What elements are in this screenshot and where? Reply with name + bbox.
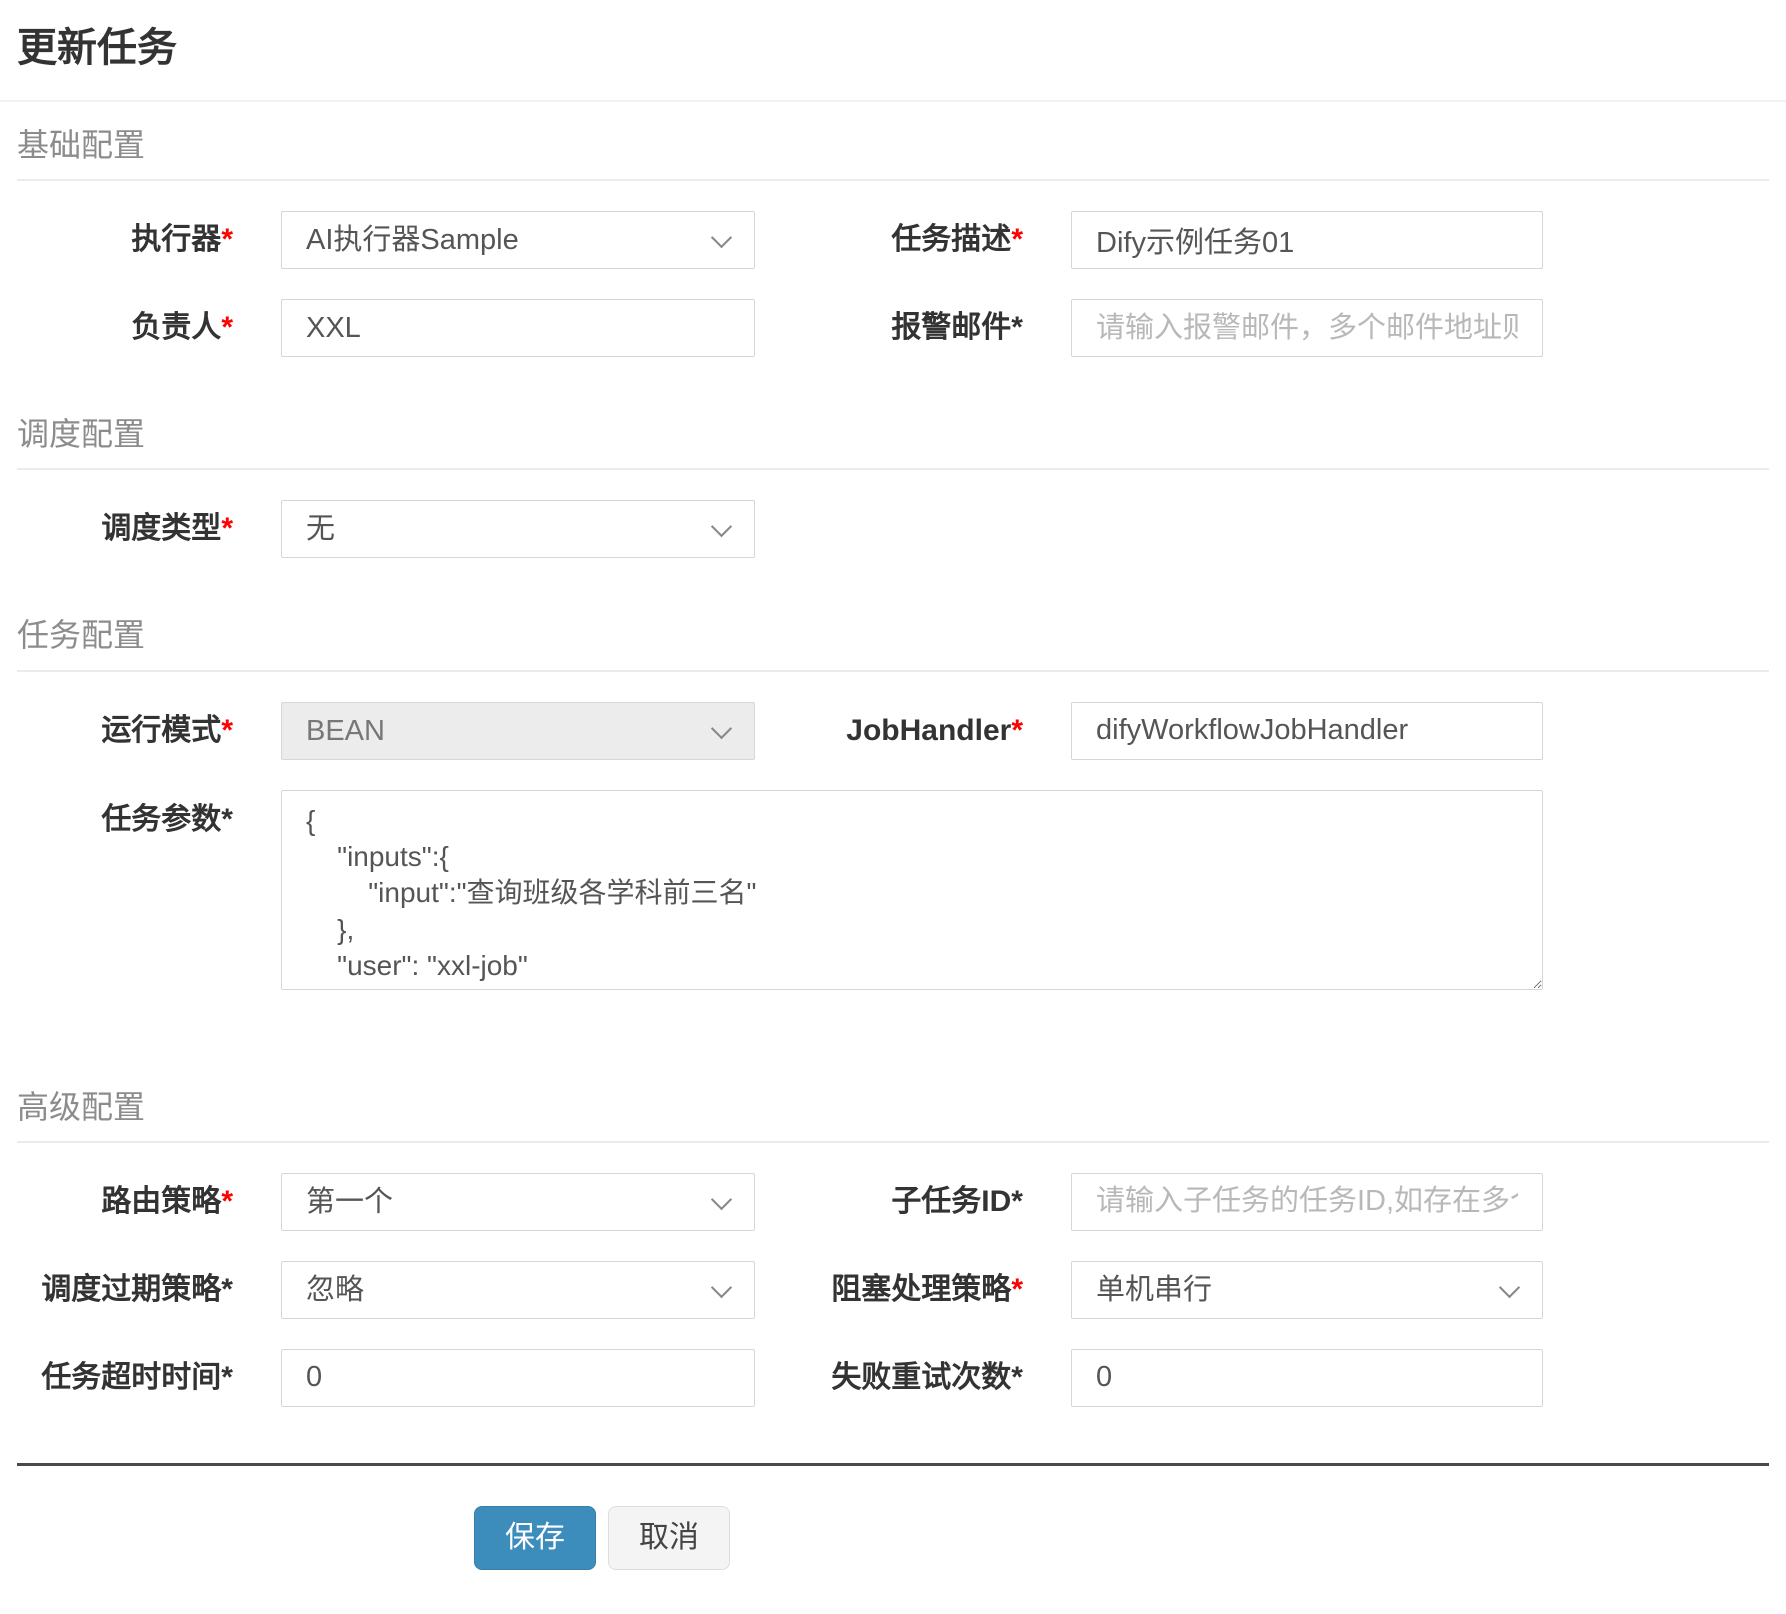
- misfire-strategy-label: 调度过期策略*: [17, 1272, 281, 1308]
- job-desc-label: 任务描述*: [755, 222, 1071, 258]
- route-strategy-label-text: 路由策略: [101, 1185, 221, 1218]
- schedule-type-select-wrap: 无: [281, 500, 755, 558]
- owner-label-text: 负责人: [131, 311, 221, 344]
- section-heading-schedule: 调度配置: [17, 417, 1769, 470]
- route-strategy-select[interactable]: 第一个: [281, 1173, 755, 1231]
- job-handler-input[interactable]: [1071, 702, 1543, 760]
- run-mode-select-disabled: BEAN: [281, 702, 755, 760]
- header-divider: [0, 100, 1786, 102]
- timeout-label: 任务超时时间*: [17, 1360, 281, 1396]
- required-asterisk: *: [221, 1185, 233, 1218]
- required-asterisk: *: [1011, 1273, 1023, 1306]
- save-button[interactable]: 保存: [474, 1506, 596, 1570]
- form-row: 任务参数* { "inputs":{ "input":"查询班级各学科前三名" …: [17, 790, 1769, 990]
- owner-input[interactable]: [281, 299, 755, 357]
- schedule-type-select[interactable]: 无: [281, 500, 755, 558]
- required-asterisk: *: [221, 223, 233, 256]
- run-mode-label: 运行模式*: [17, 713, 281, 749]
- form-row: 调度类型* 无: [17, 500, 1769, 558]
- alarm-email-input[interactable]: [1071, 299, 1543, 357]
- section-heading-basic: 基础配置: [17, 128, 1769, 181]
- block-strategy-label: 阻塞处理策略*: [755, 1272, 1071, 1308]
- job-desc-input[interactable]: [1071, 211, 1543, 269]
- block-strategy-select[interactable]: 单机串行: [1071, 1261, 1543, 1319]
- section-heading-task: 任务配置: [17, 618, 1769, 671]
- cancel-button[interactable]: 取消: [608, 1506, 730, 1570]
- timeout-input[interactable]: [281, 1349, 755, 1407]
- job-desc-label-text: 任务描述: [891, 223, 1011, 256]
- section-heading-advanced: 高级配置: [17, 1090, 1769, 1143]
- schedule-type-label: 调度类型*: [17, 511, 281, 547]
- form-row: 任务超时时间* 失败重试次数*: [17, 1349, 1769, 1407]
- required-asterisk: *: [221, 512, 233, 545]
- retry-count-input[interactable]: [1071, 1349, 1543, 1407]
- executor-label: 执行器*: [17, 222, 281, 258]
- retry-count-label: 失败重试次数*: [755, 1360, 1071, 1396]
- executor-select-wrap: AI执行器Sample: [281, 211, 755, 269]
- child-job-id-input[interactable]: [1071, 1173, 1543, 1231]
- schedule-type-label-text: 调度类型: [101, 512, 221, 545]
- job-handler-label: JobHandler*: [755, 713, 1071, 749]
- update-job-form: 更新任务 基础配置 执行器* AI执行器Sample 任务描述* 负责人* 报警…: [0, 26, 1786, 1570]
- job-param-textarea[interactable]: { "inputs":{ "input":"查询班级各学科前三名" }, "us…: [281, 790, 1543, 990]
- footer-buttons: 保存 取消: [17, 1506, 1769, 1570]
- run-mode-select-wrap: BEAN: [281, 702, 755, 760]
- block-strategy-select-wrap: 单机串行: [1071, 1261, 1543, 1319]
- footer-divider: [17, 1463, 1769, 1466]
- child-job-id-label: 子任务ID*: [755, 1184, 1071, 1220]
- required-asterisk: *: [221, 714, 233, 747]
- alarm-email-label: 报警邮件*: [755, 310, 1071, 346]
- page-title: 更新任务: [17, 26, 1769, 70]
- form-row: 路由策略* 第一个 子任务ID*: [17, 1173, 1769, 1231]
- route-strategy-label: 路由策略*: [17, 1184, 281, 1220]
- executor-label-text: 执行器: [131, 223, 221, 256]
- job-param-label: 任务参数*: [17, 790, 281, 838]
- required-asterisk: *: [1011, 223, 1023, 256]
- form-row: 执行器* AI执行器Sample 任务描述*: [17, 211, 1769, 269]
- form-row: 负责人* 报警邮件*: [17, 299, 1769, 357]
- run-mode-label-text: 运行模式: [101, 714, 221, 747]
- block-strategy-label-text: 阻塞处理策略: [831, 1273, 1011, 1306]
- misfire-strategy-select[interactable]: 忽略: [281, 1261, 755, 1319]
- form-row: 运行模式* BEAN JobHandler*: [17, 702, 1769, 760]
- job-handler-label-text: JobHandler: [846, 714, 1011, 747]
- route-strategy-select-wrap: 第一个: [281, 1173, 755, 1231]
- executor-select[interactable]: AI执行器Sample: [281, 211, 755, 269]
- misfire-strategy-select-wrap: 忽略: [281, 1261, 755, 1319]
- required-asterisk: *: [221, 311, 233, 344]
- form-row: 调度过期策略* 忽略 阻塞处理策略* 单机串行: [17, 1261, 1769, 1319]
- required-asterisk: *: [1011, 714, 1023, 747]
- owner-label: 负责人*: [17, 310, 281, 346]
